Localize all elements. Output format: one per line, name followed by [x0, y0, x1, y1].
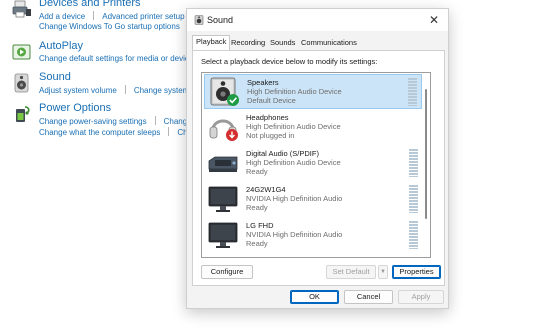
apply-button: Apply — [398, 290, 444, 304]
device-list[interactable]: Speakers High Definition Audio Device De… — [201, 72, 431, 258]
speaker-icon — [14, 73, 29, 93]
devices-links-row-2: Change Windows To Go startup options — [39, 22, 188, 31]
device-name: Digital Audio (S/PDIF) — [246, 149, 319, 158]
device-item-digital-audio[interactable]: Digital Audio (S/PDIF) High Definition A… — [204, 146, 422, 181]
sound-link[interactable]: Sound — [39, 71, 71, 83]
set-default-dropdown-icon: ▼ — [378, 265, 388, 279]
sound-dialog-icon — [194, 15, 204, 25]
device-name: Speakers — [247, 78, 279, 87]
power-links-row-1: Change power-saving settings Change — [39, 116, 200, 126]
tab-playback[interactable]: Playback — [192, 35, 231, 50]
devices-and-printers-link[interactable]: Devices and Printers — [39, 0, 141, 9]
properties-button[interactable]: Properties — [392, 265, 441, 279]
printer-icon — [12, 0, 31, 18]
adjust-volume-link[interactable]: Adjust system volume — [39, 86, 117, 95]
devices-links-row-1: Add a device Advanced printer setup — [39, 11, 193, 21]
not-plugged-icon — [226, 129, 238, 141]
tab-communications[interactable]: Communications — [298, 36, 360, 50]
digital-audio-icon — [208, 156, 238, 172]
device-status: Ready — [246, 167, 268, 176]
autoplay-link[interactable]: AutoPlay — [39, 40, 83, 52]
device-list-scrollbar[interactable] — [425, 77, 428, 253]
level-meter — [409, 185, 418, 213]
sound-dialog: Sound ✕ Playback Recording Sounds Commun… — [186, 8, 449, 309]
windows-to-go-link[interactable]: Change Windows To Go startup options — [39, 22, 180, 31]
device-driver: NVIDIA High Definition Audio — [246, 194, 343, 203]
add-device-link[interactable]: Add a device — [39, 12, 85, 21]
autoplay-icon — [12, 44, 31, 60]
configure-button[interactable]: Configure — [201, 265, 253, 279]
computer-sleeps-link[interactable]: Change what the computer sleeps — [39, 128, 160, 137]
device-name: LG FHD — [246, 221, 274, 230]
instruction-text: Select a playback device below to modify… — [201, 57, 378, 66]
autoplay-defaults-link[interactable]: Change default settings for media or dev… — [39, 54, 189, 63]
headphones-icon — [209, 119, 238, 141]
device-driver: NVIDIA High Definition Audio — [246, 230, 343, 239]
dialog-titlebar[interactable]: Sound ✕ — [187, 9, 448, 31]
power-options-link[interactable]: Power Options — [39, 102, 111, 114]
speaker-device-icon — [210, 77, 239, 106]
device-item-speakers[interactable]: Speakers High Definition Audio Device De… — [204, 74, 422, 109]
tab-recording[interactable]: Recording — [228, 36, 268, 50]
device-status: Ready — [246, 203, 268, 212]
autoplay-links-row: Change default settings for media or dev… — [39, 54, 197, 63]
device-name: 24G2W1G4 — [246, 185, 286, 194]
ok-button[interactable]: OK — [290, 290, 339, 304]
device-item-lg-fhd[interactable]: LG FHD NVIDIA High Definition Audio Read… — [204, 218, 422, 253]
set-default-button: Set Default — [326, 265, 376, 279]
device-status: Default Device — [247, 96, 296, 105]
power-saving-link[interactable]: Change power-saving settings — [39, 117, 147, 126]
level-meter — [409, 149, 418, 177]
dialog-title: Sound — [207, 15, 234, 25]
device-name: Headphones — [246, 113, 289, 122]
device-item-headphones[interactable]: Headphones High Definition Audio Device … — [204, 110, 422, 145]
sound-links-row: Adjust system volume Change system — [39, 85, 197, 95]
device-driver: High Definition Audio Device — [247, 87, 342, 96]
playback-panel: Select a playback device below to modify… — [192, 50, 445, 286]
monitor-icon — [208, 186, 238, 212]
change-system-sounds-link[interactable]: Change system — [134, 86, 190, 95]
device-driver: High Definition Audio Device — [246, 158, 341, 167]
monitor-icon — [208, 222, 238, 248]
scrollbar-thumb[interactable] — [425, 89, 427, 219]
default-check-icon — [227, 94, 239, 106]
close-icon[interactable]: ✕ — [426, 12, 442, 28]
power-options-icon — [16, 106, 30, 122]
level-meter — [409, 221, 418, 249]
device-status: Not plugged in — [246, 131, 295, 140]
cancel-button[interactable]: Cancel — [344, 290, 393, 304]
device-driver: High Definition Audio Device — [246, 122, 341, 131]
tab-sounds[interactable]: Sounds — [267, 36, 298, 50]
power-links-row-2: Change what the computer sleeps Ch — [39, 127, 196, 137]
advanced-printer-setup-link[interactable]: Advanced printer setup — [102, 12, 184, 21]
device-status: Ready — [246, 239, 268, 248]
level-meter — [408, 78, 417, 106]
device-item-24g2w1g4[interactable]: 24G2W1G4 NVIDIA High Definition Audio Re… — [204, 182, 422, 217]
